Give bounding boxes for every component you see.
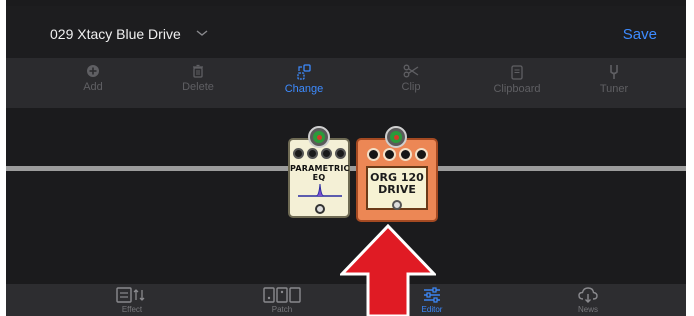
plus-circle-icon	[87, 65, 99, 77]
knob[interactable]	[320, 148, 332, 159]
edit-toolbar: Add Delete Change Clip Clipboard Tuner	[6, 58, 686, 108]
eq-name-line1: PARAMETRIC	[290, 164, 350, 173]
tuning-fork-icon	[610, 65, 618, 79]
knob[interactable]	[306, 148, 318, 159]
save-button[interactable]: Save	[623, 26, 657, 43]
trash-icon	[193, 64, 203, 78]
frame-border-right	[686, 0, 694, 316]
drive-footswitch[interactable]	[392, 200, 402, 210]
header-bar: 029 Xtacy Blue Drive Save	[6, 6, 686, 58]
red-arrow-annotation	[340, 224, 436, 316]
knob[interactable]	[414, 148, 428, 161]
org120-drive-pedal[interactable]: ORG 120 DRIVE	[356, 126, 438, 222]
tab-effect[interactable]: Effect	[92, 286, 172, 314]
change-button[interactable]: Change	[269, 64, 339, 95]
tab-news-label: News	[577, 305, 598, 314]
eq-curve-icon	[298, 183, 342, 197]
clip-button[interactable]: Clip	[376, 64, 446, 93]
change-icon	[297, 64, 311, 80]
power-indicator-icon	[313, 131, 325, 143]
knob[interactable]	[366, 148, 380, 161]
clipboard-label: Clipboard	[493, 83, 541, 95]
tuner-button[interactable]: Tuner	[579, 64, 649, 95]
effect-icon	[116, 287, 145, 303]
drive-onoff-button[interactable]	[385, 126, 407, 148]
tab-patch-label: Patch	[271, 305, 293, 314]
power-indicator-icon	[390, 131, 402, 143]
patch-icon	[263, 287, 301, 303]
delete-label: Delete	[182, 81, 214, 93]
delete-button[interactable]: Delete	[163, 64, 233, 93]
app-window: 029 Xtacy Blue Drive Save Add Delete Cha…	[0, 0, 694, 316]
clip-label: Clip	[401, 81, 421, 93]
knob[interactable]	[382, 148, 396, 161]
clipboard-button[interactable]: Clipboard	[482, 64, 552, 95]
add-label: Add	[83, 81, 103, 93]
clipboard-icon	[511, 65, 523, 80]
cloud-icon	[578, 287, 598, 303]
knob[interactable]	[292, 148, 304, 159]
tab-patch[interactable]: Patch	[242, 286, 322, 314]
drive-knobs	[358, 148, 436, 161]
eq-knobs	[290, 148, 348, 159]
scissors-icon	[403, 64, 419, 78]
drive-name-line2: DRIVE	[378, 183, 416, 196]
knob[interactable]	[398, 148, 412, 161]
add-button[interactable]: Add	[58, 64, 128, 93]
eq-onoff-button[interactable]	[308, 126, 330, 148]
patch-name-selector[interactable]: 029 Xtacy Blue Drive	[50, 26, 181, 42]
tuner-label: Tuner	[599, 83, 629, 95]
knob[interactable]	[334, 148, 346, 159]
tab-effect-label: Effect	[121, 305, 143, 314]
parametric-eq-pedal[interactable]: PARAMETRIC EQ	[288, 126, 350, 218]
tab-news[interactable]: News	[548, 286, 628, 314]
change-label: Change	[284, 83, 324, 95]
drive-pedal-label: ORG 120 DRIVE	[368, 172, 426, 196]
chevron-down-icon[interactable]	[196, 28, 208, 38]
eq-footswitch[interactable]	[315, 204, 325, 214]
